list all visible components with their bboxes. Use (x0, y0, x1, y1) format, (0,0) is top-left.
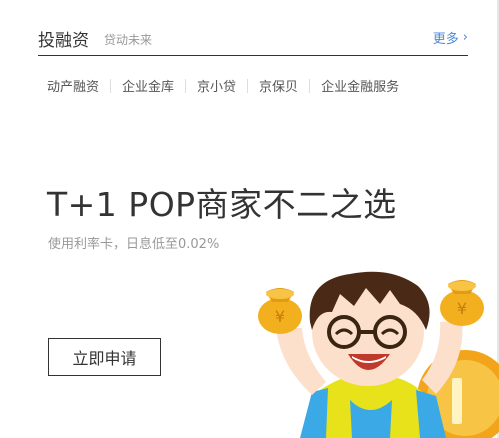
tab-dongchan-rongzi[interactable]: 动产融资 (47, 76, 99, 95)
tab-divider (110, 78, 112, 93)
money-bag-right-icon: ¥ (440, 280, 484, 326)
promo-headline: T+1 POP商家不二之选 (47, 185, 397, 224)
promo-subline: 使用利率卡，日息低至0.02% (48, 237, 220, 252)
section-header: 投融资 贷动未来 更多 › (38, 22, 468, 56)
tab-divider (309, 78, 311, 93)
apply-now-button[interactable]: 立即申请 (48, 338, 161, 376)
mascot-illustration: ¥ ¥ (258, 271, 499, 438)
tab-divider (247, 78, 249, 93)
bag-symbol-left: ¥ (275, 307, 285, 326)
more-label: 更多 (432, 32, 459, 47)
section-title: 投融资 (38, 31, 89, 51)
mascot-head (309, 271, 430, 386)
tab-jing-xiaodai[interactable]: 京小贷 (197, 76, 236, 95)
tab-divider (185, 78, 187, 93)
tab-jing-baobei[interactable]: 京保贝 (259, 76, 298, 95)
section-subtitle: 贷动未来 (104, 33, 153, 47)
chevron-right-icon: › (462, 30, 468, 45)
money-bag-left-icon: ¥ (258, 288, 302, 334)
bag-symbol-right: ¥ (457, 299, 467, 318)
tab-qiye-jinku[interactable]: 企业金库 (122, 76, 174, 95)
category-tabs: 动产融资 企业金库 京小贷 京保贝 企业金融服务 (47, 76, 399, 95)
tab-qiye-jinrong-fuwu[interactable]: 企业金融服务 (321, 76, 399, 95)
more-link[interactable]: 更多 › (433, 28, 468, 47)
